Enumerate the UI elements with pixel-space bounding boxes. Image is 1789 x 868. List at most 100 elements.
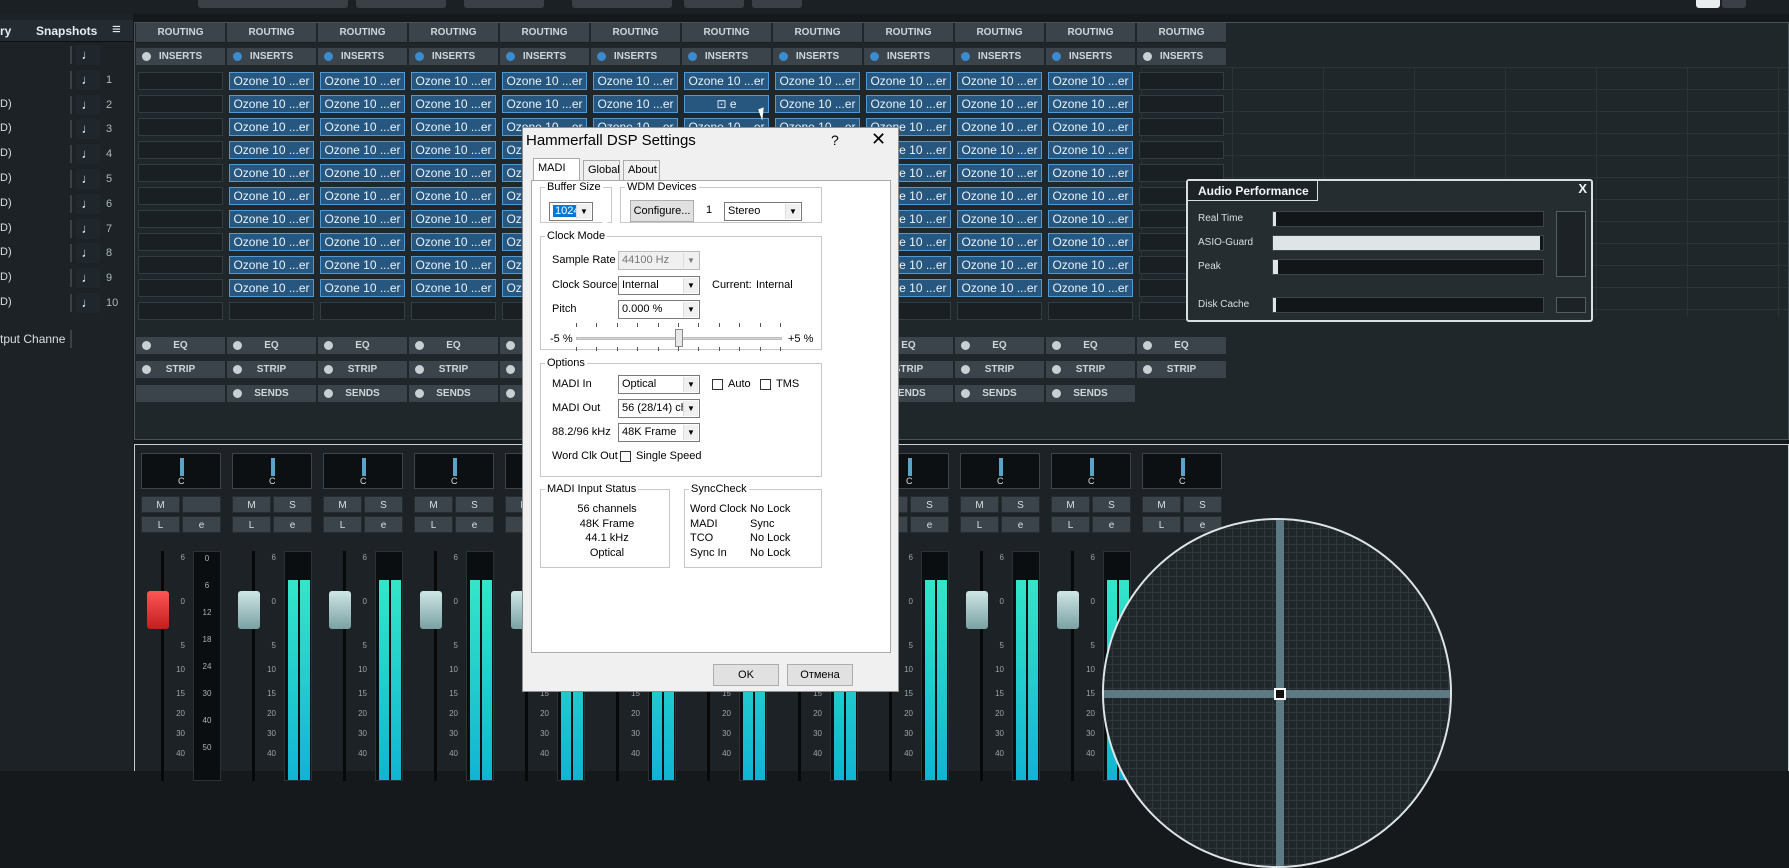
insert-slot[interactable]: Ozone 10 ...er	[229, 118, 314, 136]
insert-slot[interactable]: Ozone 10 ...er	[320, 141, 405, 159]
toolbar-button[interactable]	[752, 0, 802, 8]
routing-rack-header[interactable]: ROUTING	[591, 23, 680, 43]
inserts-rack-header[interactable]: INSERTS	[955, 48, 1044, 65]
insert-slot[interactable]	[957, 302, 1042, 320]
rack-bypass-led[interactable]	[324, 52, 333, 61]
single-speed-checkbox[interactable]	[620, 451, 631, 462]
insert-slot[interactable]	[138, 233, 223, 251]
insert-slot[interactable]: Ozone 10 ...er	[1048, 279, 1133, 297]
rack-bypass-led[interactable]	[1052, 389, 1061, 398]
insert-slot[interactable]: Ozone 10 ...er	[411, 118, 496, 136]
inserts-rack-header[interactable]: INSERTS	[864, 48, 953, 65]
eq-rack-header[interactable]: EQ	[409, 337, 498, 354]
solo-button[interactable]: S	[910, 496, 949, 513]
insert-slot[interactable]: Ozone 10 ...er	[957, 118, 1042, 136]
inserts-rack-header[interactable]: INSERTS	[1046, 48, 1135, 65]
routing-rack-header[interactable]: ROUTING	[1046, 23, 1135, 43]
insert-slot[interactable]	[138, 256, 223, 274]
insert-slot[interactable]	[1048, 302, 1133, 320]
insert-slot[interactable]: Ozone 10 ...er	[229, 141, 314, 159]
insert-slot[interactable]: Ozone 10 ...er	[1048, 118, 1133, 136]
toolbar-button[interactable]	[572, 0, 672, 8]
insert-slot-hover[interactable]: ⊡ e	[684, 95, 769, 113]
insert-slot[interactable]: Ozone 10 ...er	[229, 72, 314, 90]
mute-button[interactable]: M	[323, 496, 362, 513]
insert-slot[interactable]: Ozone 10 ...er	[866, 95, 951, 113]
close-icon[interactable]: X	[1578, 181, 1587, 196]
listen-button[interactable]: L	[960, 516, 999, 533]
mute-button[interactable]: M	[232, 496, 271, 513]
strip-rack-header[interactable]: STRIP	[955, 361, 1044, 378]
help-icon[interactable]: ?	[831, 132, 839, 148]
inserts-rack-header[interactable]: INSERTS	[318, 48, 407, 65]
pitch-select[interactable]: 0.000 % ▼	[618, 300, 700, 319]
track-list-row[interactable]: D) ♩ 6	[0, 193, 133, 215]
pan-control[interactable]: C	[1142, 453, 1222, 489]
sends-rack-header[interactable]: SENDS	[318, 385, 407, 402]
insert-slot[interactable]: Ozone 10 ...er	[957, 210, 1042, 228]
strip-rack-header[interactable]: STRIP	[409, 361, 498, 378]
insert-slot[interactable]	[138, 187, 223, 205]
routing-rack-header[interactable]: ROUTING	[864, 23, 953, 43]
solo-button[interactable]	[182, 496, 221, 513]
insert-slot[interactable]: Ozone 10 ...er	[320, 256, 405, 274]
strip-rack-header[interactable]: STRIP	[1137, 361, 1226, 378]
insert-slot[interactable]: Ozone 10 ...er	[593, 72, 678, 90]
rack-bypass-led[interactable]	[961, 365, 970, 374]
insert-slot[interactable]: Ozone 10 ...er	[957, 141, 1042, 159]
inserts-rack-header[interactable]: INSERTS	[500, 48, 589, 65]
pitch-slider-thumb[interactable]	[675, 329, 683, 347]
rack-bypass-led[interactable]	[415, 389, 424, 398]
rack-bypass-led[interactable]	[324, 365, 333, 374]
insert-slot[interactable]	[138, 72, 223, 90]
cancel-button[interactable]: Отмена	[787, 664, 853, 686]
insert-slot[interactable]: Ozone 10 ...er	[411, 279, 496, 297]
frame-mode-select[interactable]: 48K Frame ▼	[618, 423, 700, 442]
insert-slot[interactable]: Ozone 10 ...er	[775, 72, 860, 90]
inserts-rack-header[interactable]: INSERTS	[1137, 48, 1226, 65]
rack-bypass-led[interactable]	[1143, 52, 1152, 61]
solo-button[interactable]: S	[1183, 496, 1222, 513]
snapshots-tab[interactable]: Snapshots	[36, 24, 97, 38]
rack-bypass-led[interactable]	[1052, 52, 1061, 61]
rack-bypass-led[interactable]	[506, 52, 515, 61]
eq-rack-header[interactable]: EQ	[227, 337, 316, 354]
output-channel-row[interactable]: tput Channe	[0, 328, 133, 350]
insert-slot[interactable]	[1139, 95, 1224, 113]
insert-slot[interactable]: Ozone 10 ...er	[229, 164, 314, 182]
auto-checkbox[interactable]	[712, 379, 723, 390]
insert-slot[interactable]: Ozone 10 ...er	[411, 95, 496, 113]
insert-slot[interactable]	[138, 302, 223, 320]
rack-bypass-led[interactable]	[779, 52, 788, 61]
edit-channel-button[interactable]: e	[273, 516, 312, 533]
routing-rack-header[interactable]: ROUTING	[227, 23, 316, 43]
tms-checkbox[interactable]	[760, 379, 771, 390]
eq-rack-header[interactable]: EQ	[136, 337, 225, 354]
insert-slot[interactable]: Ozone 10 ...er	[502, 95, 587, 113]
rack-bypass-led[interactable]	[142, 52, 151, 61]
pan-control[interactable]: C	[141, 453, 221, 489]
insert-slot[interactable]: Ozone 10 ...er	[1048, 72, 1133, 90]
rack-bypass-led[interactable]	[688, 52, 697, 61]
edit-channel-button[interactable]: e	[455, 516, 494, 533]
inserts-rack-header[interactable]: INSERTS	[591, 48, 680, 65]
inserts-rack-header[interactable]: INSERTS	[682, 48, 771, 65]
track-list-row[interactable]: D) ♩ 2	[0, 94, 133, 116]
insert-slot[interactable]: Ozone 10 ...er	[502, 72, 587, 90]
insert-slot[interactable]	[1139, 72, 1224, 90]
inserts-rack-header[interactable]: INSERTS	[773, 48, 862, 65]
routing-rack-header[interactable]: ROUTING	[773, 23, 862, 43]
insert-slot[interactable]: Ozone 10 ...er	[957, 279, 1042, 297]
rack-bypass-led[interactable]	[597, 52, 606, 61]
wdm-mode-select[interactable]: Stereo ▼	[724, 202, 802, 221]
pan-control[interactable]: C	[232, 453, 312, 489]
solo-button[interactable]: S	[364, 496, 403, 513]
insert-slot[interactable]	[411, 302, 496, 320]
mute-button[interactable]: M	[141, 496, 180, 513]
insert-slot[interactable]: Ozone 10 ...er	[320, 72, 405, 90]
insert-slot[interactable]	[138, 210, 223, 228]
rack-bypass-led[interactable]	[233, 389, 242, 398]
listen-button[interactable]: L	[232, 516, 271, 533]
insert-slot[interactable]: Ozone 10 ...er	[1048, 187, 1133, 205]
insert-slot[interactable]: Ozone 10 ...er	[411, 210, 496, 228]
